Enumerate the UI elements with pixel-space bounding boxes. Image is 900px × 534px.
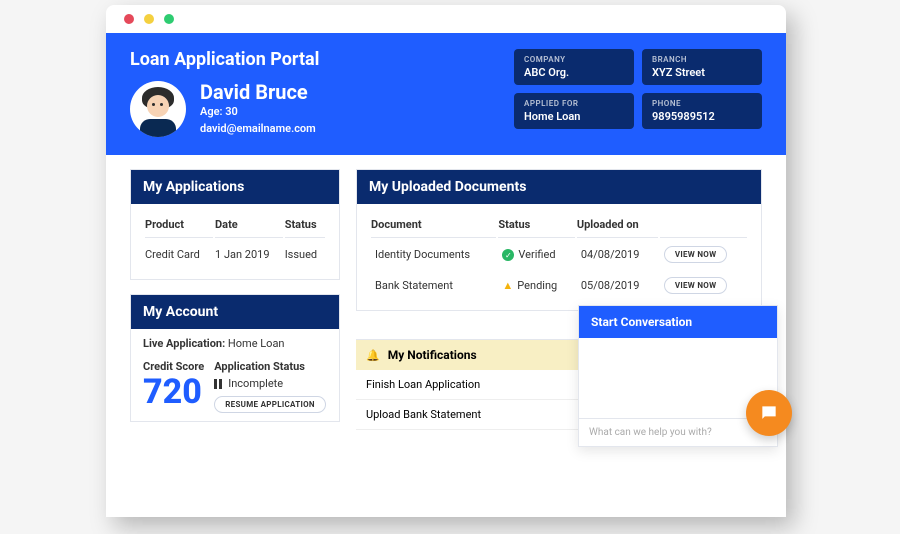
chat-widget: Start Conversation What can we help you …	[578, 305, 778, 447]
tile-label: PHONE	[652, 99, 752, 108]
live-application-value: Home Loan	[228, 337, 285, 350]
live-application-label: Live Application:	[143, 337, 225, 350]
tile-branch: BRANCH XYZ Street	[642, 49, 762, 85]
user-age: Age: 30	[200, 104, 316, 121]
window-titlebar	[106, 5, 786, 33]
cell-date: 1 Jan 2019	[215, 240, 283, 269]
cell-date: 05/08/2019	[577, 271, 658, 300]
pause-icon	[214, 379, 224, 389]
col-uploaded: Uploaded on	[577, 214, 658, 238]
col-date: Date	[215, 214, 283, 238]
panel-title: My Notifications	[388, 348, 477, 362]
tile-value: XYZ Street	[652, 66, 752, 79]
header-banner: Loan Application Portal David Bruce Age:…	[106, 33, 786, 155]
view-document-button[interactable]: VIEW NOW	[664, 246, 728, 263]
user-email: david@emailname.com	[200, 121, 316, 138]
tile-label: APPLIED FOR	[524, 99, 624, 108]
tile-label: COMPANY	[524, 55, 624, 64]
cell-product: Credit Card	[145, 240, 213, 269]
chat-icon	[759, 403, 779, 423]
verified-icon: ✓	[502, 249, 514, 261]
panel-title: My Applications	[131, 170, 339, 204]
panel-account: My Account Live Application: Home Loan C…	[130, 294, 340, 422]
user-name: David Bruce	[200, 80, 316, 104]
col-status: Status	[285, 214, 325, 238]
cell-date: 04/08/2019	[577, 240, 658, 269]
info-tiles: COMPANY ABC Org. BRANCH XYZ Street APPLI…	[514, 49, 762, 129]
credit-score-value: 720	[143, 375, 204, 409]
notification-text: Finish Loan Application	[366, 378, 480, 391]
minimize-window-dot[interactable]	[144, 14, 154, 24]
app-window: Loan Application Portal David Bruce Age:…	[106, 5, 786, 517]
col-product: Product	[145, 214, 213, 238]
tile-company: COMPANY ABC Org.	[514, 49, 634, 85]
col-document: Document	[371, 214, 496, 238]
panel-documents: My Uploaded Documents Document Status Up…	[356, 169, 762, 311]
table-row: Credit Card 1 Jan 2019 Issued	[145, 240, 325, 269]
notification-text: Upload Bank Statement	[366, 408, 481, 421]
cell-status: Verified	[518, 248, 555, 261]
table-row: Identity Documents ✓Verified 04/08/2019 …	[371, 240, 747, 269]
tile-value: ABC Org.	[524, 66, 624, 79]
tile-applied-for: APPLIED FOR Home Loan	[514, 93, 634, 129]
tile-value: Home Loan	[524, 110, 624, 123]
tile-label: BRANCH	[652, 55, 752, 64]
tile-phone: PHONE 9895989512	[642, 93, 762, 129]
application-status-value: Incomplete	[228, 377, 283, 390]
panel-title: My Account	[131, 295, 339, 329]
expand-window-dot[interactable]	[164, 14, 174, 24]
portal-title: Loan Application Portal	[130, 49, 494, 70]
bell-icon: 🔔	[366, 349, 380, 362]
cell-status: Issued	[285, 240, 325, 269]
tile-value: 9895989512	[652, 110, 752, 123]
table-row: Bank Statement ▲ Pending 05/08/2019 VIEW …	[371, 271, 747, 300]
resume-application-button[interactable]: RESUME APPLICATION	[214, 396, 326, 413]
chat-fab-button[interactable]	[746, 390, 792, 436]
panel-applications: My Applications Product Date Status Cred…	[130, 169, 340, 280]
view-document-button[interactable]: VIEW NOW	[664, 277, 728, 294]
cell-document: Bank Statement	[371, 271, 496, 300]
panel-title: My Uploaded Documents	[357, 170, 761, 204]
user-avatar	[130, 81, 186, 137]
cell-status: Pending	[517, 279, 557, 292]
warning-icon: ▲	[502, 279, 513, 292]
cell-document: Identity Documents	[371, 240, 496, 269]
close-window-dot[interactable]	[124, 14, 134, 24]
col-status: Status	[498, 214, 574, 238]
application-status-label: Application Status	[214, 360, 326, 373]
chat-title: Start Conversation	[579, 306, 777, 338]
